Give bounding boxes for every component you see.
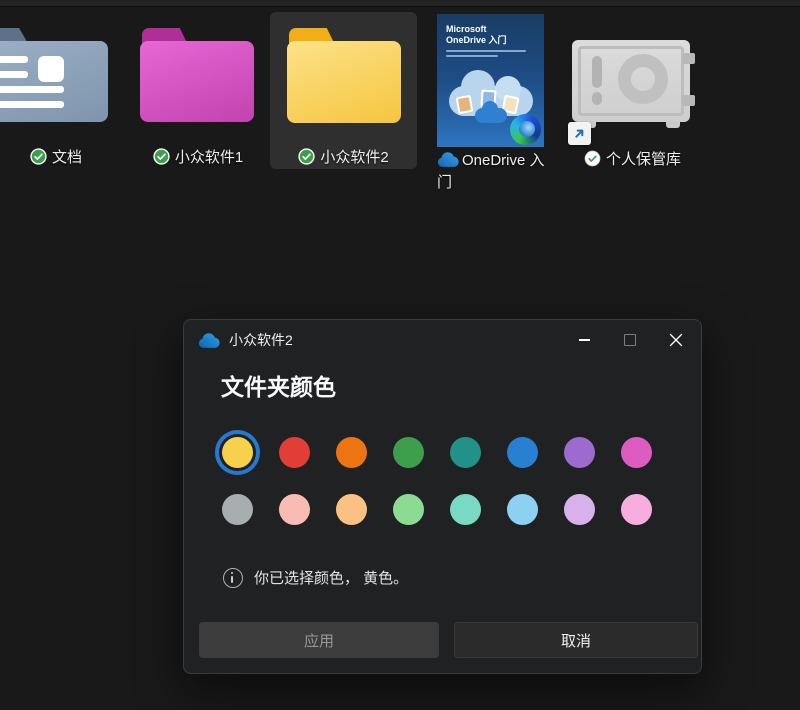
swatch-row-2: [222, 494, 652, 525]
item-label-row: 小众软件1: [132, 146, 264, 167]
pdf-thumbnail: Microsoft OneDrive 入门: [437, 14, 544, 147]
color-swatch[interactable]: [222, 494, 253, 525]
document-lines-glyph: [0, 56, 66, 108]
color-swatch[interactable]: [393, 494, 424, 525]
folder-icon-documents: [0, 28, 108, 122]
safe-handle: [592, 56, 602, 88]
info-icon: [223, 568, 243, 588]
color-swatch[interactable]: [393, 437, 424, 468]
cancel-button[interactable]: 取消: [454, 622, 698, 658]
color-swatch[interactable]: [450, 437, 481, 468]
safe-dial: [618, 54, 668, 104]
top-strip: [0, 0, 800, 7]
color-swatch[interactable]: [564, 437, 595, 468]
onedrive-cloud-icon: [437, 152, 459, 167]
minimize-button[interactable]: [561, 320, 607, 360]
close-button[interactable]: [653, 320, 699, 360]
pdf-title: Microsoft OneDrive 入门: [446, 24, 526, 46]
desktop: 文档 小众软件1 小众软件2 Microsoft OneDrive 入门: [0, 0, 800, 710]
dialog-titlebar[interactable]: 小众软件2: [184, 320, 701, 360]
folder-color-dialog: 小众软件2 文件夹颜色: [183, 319, 702, 674]
folder-icon-pink: [140, 28, 254, 122]
minimize-icon: [579, 339, 590, 341]
desktop-item-folder-1[interactable]: 小众软件1: [132, 12, 264, 170]
sync-check-icon: [153, 148, 170, 165]
color-swatch[interactable]: [279, 494, 310, 525]
sync-check-icon-light: [584, 150, 601, 167]
maximize-icon: [624, 334, 636, 346]
item-label-row: 个人保管库: [565, 148, 700, 169]
color-swatch-selected[interactable]: [222, 437, 253, 468]
color-swatch[interactable]: [336, 494, 367, 525]
selection-info-text: 你已选择颜色， 黄色。: [254, 567, 408, 588]
edge-logo-icon: [510, 114, 541, 145]
onedrive-cloud-icon: [198, 333, 220, 348]
color-swatch[interactable]: [279, 437, 310, 468]
color-swatch[interactable]: [621, 494, 652, 525]
photo-tile: [456, 95, 474, 114]
item-label-row: 文档: [0, 146, 112, 167]
close-icon: [669, 333, 683, 347]
apply-button[interactable]: 应用: [199, 622, 439, 658]
desktop-item-personal-vault[interactable]: 个人保管库: [565, 30, 700, 170]
color-swatch[interactable]: [507, 494, 538, 525]
desktop-item-documents[interactable]: 文档: [0, 12, 112, 170]
swatch-row-1: [222, 437, 652, 468]
sync-check-icon: [298, 148, 315, 165]
blue-cloud-glyph: [475, 108, 507, 123]
color-swatch[interactable]: [621, 437, 652, 468]
item-label: 小众软件2: [320, 146, 388, 167]
sync-check-icon: [30, 148, 47, 165]
color-swatch[interactable]: [507, 437, 538, 468]
item-label: 个人保管库: [606, 148, 681, 169]
item-label: 小众软件1: [175, 146, 243, 167]
maximize-button[interactable]: [607, 320, 653, 360]
desktop-item-folder-2-selected[interactable]: 小众软件2: [270, 12, 417, 169]
folder-icon-yellow: [287, 28, 401, 123]
color-swatch-grid: [222, 437, 652, 525]
selection-info-row: 你已选择颜色， 黄色。: [223, 567, 408, 588]
color-swatch[interactable]: [336, 437, 367, 468]
item-label-row: OneDrive 入门: [437, 150, 549, 194]
desktop-item-onedrive-pdf[interactable]: Microsoft OneDrive 入门 OneDrive 入门: [437, 14, 549, 194]
color-swatch[interactable]: [450, 494, 481, 525]
item-label: 文档: [52, 146, 82, 167]
color-swatch[interactable]: [564, 494, 595, 525]
item-label-row: 小众软件2: [270, 146, 417, 167]
dialog-heading: 文件夹颜色: [221, 368, 336, 402]
shortcut-arrow-icon: [568, 122, 591, 145]
dialog-title: 小众软件2: [229, 330, 293, 350]
vault-safe-icon: [572, 40, 690, 122]
